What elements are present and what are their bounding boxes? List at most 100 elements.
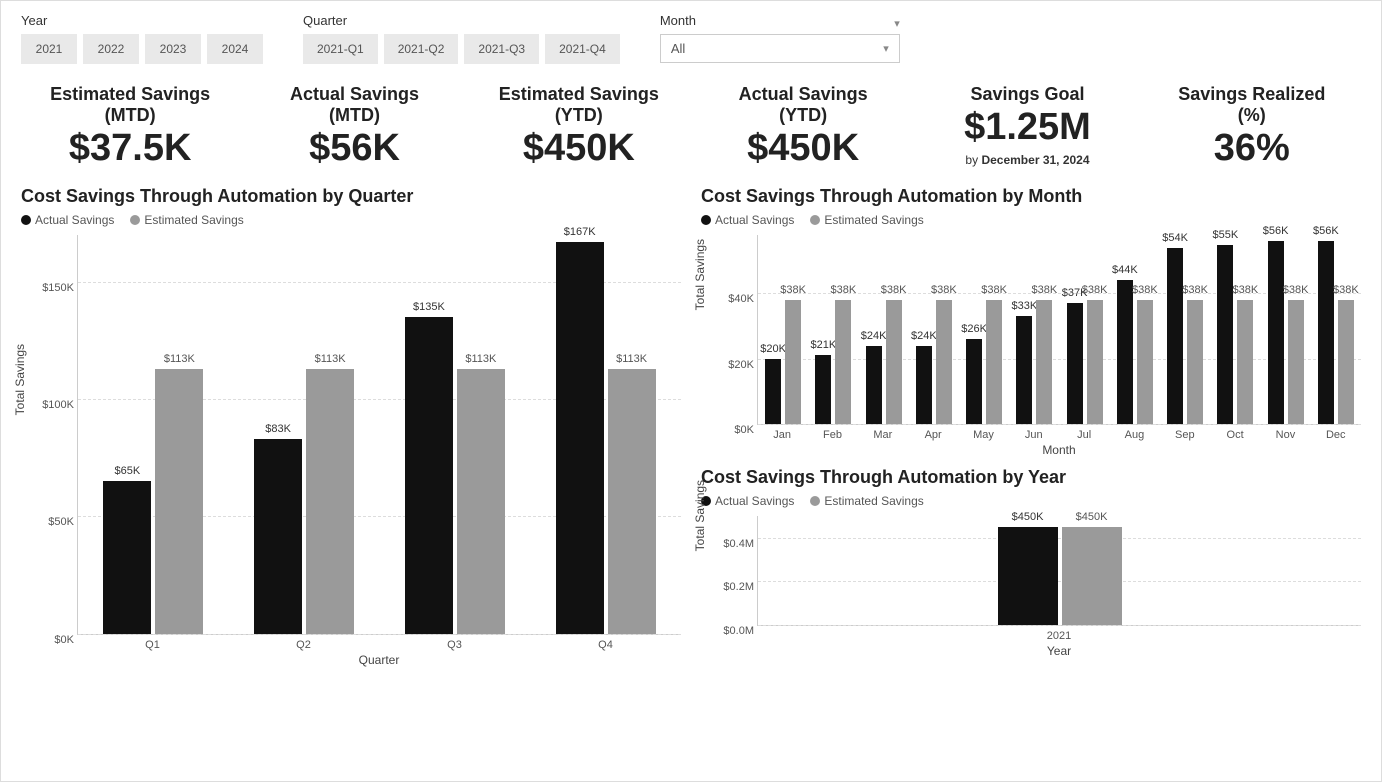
bar-month-Aug-actual[interactable]: $44K: [1117, 280, 1133, 423]
bar-month-Jun-estimated[interactable]: $38K: [1036, 300, 1052, 424]
bar-quarter-Q3-actual[interactable]: $135K: [405, 317, 453, 634]
bar-month-Jul-estimated[interactable]: $38K: [1087, 300, 1103, 424]
bar-month-Feb-actual[interactable]: $21K: [815, 355, 831, 423]
bar-month-Mar-actual[interactable]: $24K: [866, 346, 882, 424]
chart-month-title: Cost Savings Through Automation by Month: [701, 186, 1361, 207]
bar-month-Apr-estimated[interactable]: $38K: [936, 300, 952, 424]
y-tick: $0.2M: [704, 581, 754, 593]
kpi-actual-mtd: Actual Savings(MTD) $56K: [245, 84, 463, 170]
bar-quarter-Q4-estimated[interactable]: $113K: [608, 369, 656, 634]
bar-label: $38K: [1233, 284, 1259, 296]
bar-quarter-Q1-estimated[interactable]: $113K: [155, 369, 203, 634]
bar-quarter-Q2-actual[interactable]: $83K: [254, 439, 302, 634]
bar-quarter-Q1-actual[interactable]: $65K: [103, 481, 151, 634]
year-option-2023[interactable]: 2023: [145, 34, 201, 64]
bar-label: $38K: [780, 284, 806, 296]
x-tick: May: [958, 429, 1008, 441]
quarter-option-2021-Q1[interactable]: 2021-Q1: [303, 34, 378, 64]
chart-month[interactable]: Total Savings $0K$20K$40K$20K$38K$21K$38…: [701, 235, 1361, 457]
slicer-bar: Year 2021202220232024 Quarter 2021-Q1202…: [21, 13, 1361, 64]
bar-label: $135K: [413, 301, 445, 313]
bar-label: $83K: [265, 423, 291, 435]
bar-month-May-actual[interactable]: $26K: [966, 339, 982, 424]
bar-quarter-Q4-actual[interactable]: $167K: [556, 242, 604, 634]
bar-label: $38K: [1132, 284, 1158, 296]
year-option-2024[interactable]: 2024: [207, 34, 263, 64]
x-tick: Apr: [908, 429, 958, 441]
bar-label: $44K: [1112, 264, 1138, 276]
bar-month-Apr-actual[interactable]: $24K: [916, 346, 932, 424]
bar-quarter-Q2-estimated[interactable]: $113K: [306, 369, 354, 634]
chart-quarter[interactable]: Total Savings $0K$50K$100K$150K$65K$113K…: [21, 235, 681, 667]
quarter-option-2021-Q3[interactable]: 2021-Q3: [464, 34, 539, 64]
chart-quarter-title: Cost Savings Through Automation by Quart…: [21, 186, 681, 207]
slicer-year-label: Year: [21, 13, 263, 28]
bar-month-Jan-estimated[interactable]: $38K: [785, 300, 801, 424]
x-tick: Q3: [379, 639, 530, 651]
dot-icon: [810, 496, 820, 506]
bar-label: $65K: [115, 465, 141, 477]
bar-month-Feb-estimated[interactable]: $38K: [835, 300, 851, 424]
bar-month-Dec-actual[interactable]: $56K: [1318, 241, 1334, 423]
bar-month-Aug-estimated[interactable]: $38K: [1137, 300, 1153, 424]
bar-month-Mar-estimated[interactable]: $38K: [886, 300, 902, 424]
bar-label: $38K: [981, 284, 1007, 296]
bar-label: $113K: [616, 353, 647, 365]
y-tick: $0K: [704, 424, 754, 436]
slicer-month-label: Month: [660, 13, 696, 28]
dot-icon: [810, 215, 820, 225]
slicer-month: Month ▾ All ▾: [660, 13, 900, 64]
bar-label: $38K: [831, 284, 857, 296]
bar-month-Nov-estimated[interactable]: $38K: [1288, 300, 1304, 424]
dot-icon: [701, 215, 711, 225]
quarter-option-2021-Q4[interactable]: 2021-Q4: [545, 34, 620, 64]
bar-label: $450K: [1012, 511, 1044, 523]
dot-icon: [21, 215, 31, 225]
bar-month-Oct-estimated[interactable]: $38K: [1237, 300, 1253, 424]
kpi-actual-ytd: Actual Savings(YTD) $450K: [694, 84, 912, 170]
bar-month-Dec-estimated[interactable]: $38K: [1338, 300, 1354, 424]
quarter-option-2021-Q2[interactable]: 2021-Q2: [384, 34, 459, 64]
bar-label: $55K: [1213, 229, 1239, 241]
bar-month-Nov-actual[interactable]: $56K: [1268, 241, 1284, 423]
bar-month-Jun-actual[interactable]: $33K: [1016, 316, 1032, 424]
bar-label: $38K: [881, 284, 907, 296]
bar-label: $38K: [1182, 284, 1208, 296]
x-tick: Sep: [1160, 429, 1210, 441]
x-tick: Jan: [757, 429, 807, 441]
bar-month-May-estimated[interactable]: $38K: [986, 300, 1002, 424]
bar-label: $113K: [465, 353, 496, 365]
bar-label: $38K: [931, 284, 957, 296]
bar-year-2021-actual[interactable]: $450K: [998, 527, 1058, 625]
y-tick: $0.4M: [704, 538, 754, 550]
y-tick: $40K: [704, 293, 754, 305]
bar-month-Jan-actual[interactable]: $20K: [765, 359, 781, 424]
bar-quarter-Q3-estimated[interactable]: $113K: [457, 369, 505, 634]
chevron-down-icon[interactable]: ▾: [894, 17, 900, 30]
month-select[interactable]: All ▾: [660, 34, 900, 63]
x-tick: Nov: [1260, 429, 1310, 441]
x-tick: Mar: [858, 429, 908, 441]
year-option-2022[interactable]: 2022: [83, 34, 139, 64]
chart-year-legend: Actual Savings Estimated Savings: [701, 494, 1361, 508]
bar-label: $24K: [911, 330, 937, 342]
bar-month-Sep-actual[interactable]: $54K: [1167, 248, 1183, 424]
chart-year[interactable]: Total Savings $0.0M$0.2M$0.4M$450K$450K …: [701, 516, 1361, 658]
kpi-estimated-ytd: Estimated Savings(YTD) $450K: [470, 84, 688, 170]
x-tick: Q2: [228, 639, 379, 651]
bar-month-Sep-estimated[interactable]: $38K: [1187, 300, 1203, 424]
year-option-2021[interactable]: 2021: [21, 34, 77, 64]
bar-label: $38K: [1333, 284, 1359, 296]
bar-month-Oct-actual[interactable]: $55K: [1217, 245, 1233, 424]
slicer-quarter-label: Quarter: [303, 13, 620, 28]
dot-icon: [130, 215, 140, 225]
bar-label: $113K: [315, 353, 346, 365]
bar-label: $38K: [1032, 284, 1058, 296]
slicer-quarter: Quarter 2021-Q12021-Q22021-Q32021-Q4: [303, 13, 620, 64]
bar-label: $56K: [1263, 225, 1289, 237]
bar-label: $450K: [1076, 511, 1108, 523]
y-tick: $50K: [24, 516, 74, 528]
y-tick: $20K: [704, 359, 754, 371]
bar-year-2021-estimated[interactable]: $450K: [1062, 527, 1122, 625]
bar-month-Jul-actual[interactable]: $37K: [1067, 303, 1083, 424]
